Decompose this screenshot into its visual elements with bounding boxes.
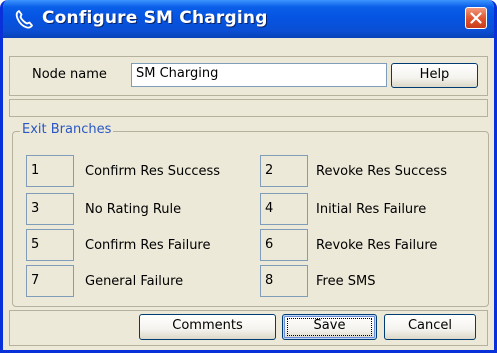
branch-label-6: Revoke Res Failure <box>316 238 438 253</box>
branch-label-1: Confirm Res Success <box>85 164 221 179</box>
help-button[interactable]: Help <box>391 63 478 88</box>
exit-branches-legend: Exit Branches <box>20 122 114 138</box>
branch-label-2: Revoke Res Success <box>316 164 447 179</box>
status-strip <box>9 99 488 117</box>
branch-label-3: No Rating Rule <box>85 202 182 217</box>
node-name-label: Node name <box>32 67 107 82</box>
branch-label-4: Initial Res Failure <box>316 202 427 217</box>
save-button[interactable]: Save <box>282 314 377 340</box>
branch-number-6: 6 <box>260 229 308 261</box>
help-button-label: Help <box>419 67 450 82</box>
window-title: Configure SM Charging <box>42 8 268 28</box>
branch-number-3: 3 <box>26 193 74 225</box>
branch-number-8: 8 <box>260 265 308 297</box>
node-name-field[interactable]: SM Charging <box>131 63 387 87</box>
branch-label-7: General Failure <box>85 274 184 289</box>
close-button[interactable] <box>465 7 487 29</box>
branch-number-5: 5 <box>26 229 74 261</box>
exit-branches-group <box>12 131 489 307</box>
phone-handset-icon <box>15 10 33 29</box>
branch-number-2: 2 <box>260 155 308 187</box>
branch-number-7: 7 <box>26 265 74 297</box>
title-bar[interactable]: Configure SM Charging <box>3 0 494 38</box>
cancel-button[interactable]: Cancel <box>384 314 476 340</box>
configure-dialog: Configure SM Charging Node name SM Charg… <box>0 0 497 353</box>
save-button-label: Save <box>313 318 346 333</box>
comments-button[interactable]: Comments <box>139 314 276 340</box>
branch-number-1: 1 <box>26 155 74 187</box>
cancel-button-label: Cancel <box>407 318 453 333</box>
branch-number-4: 4 <box>260 193 308 225</box>
branch-label-5: Confirm Res Failure <box>85 238 211 253</box>
close-icon <box>470 12 482 24</box>
branch-label-8: Free SMS <box>316 274 376 289</box>
comments-button-label: Comments <box>172 318 243 333</box>
